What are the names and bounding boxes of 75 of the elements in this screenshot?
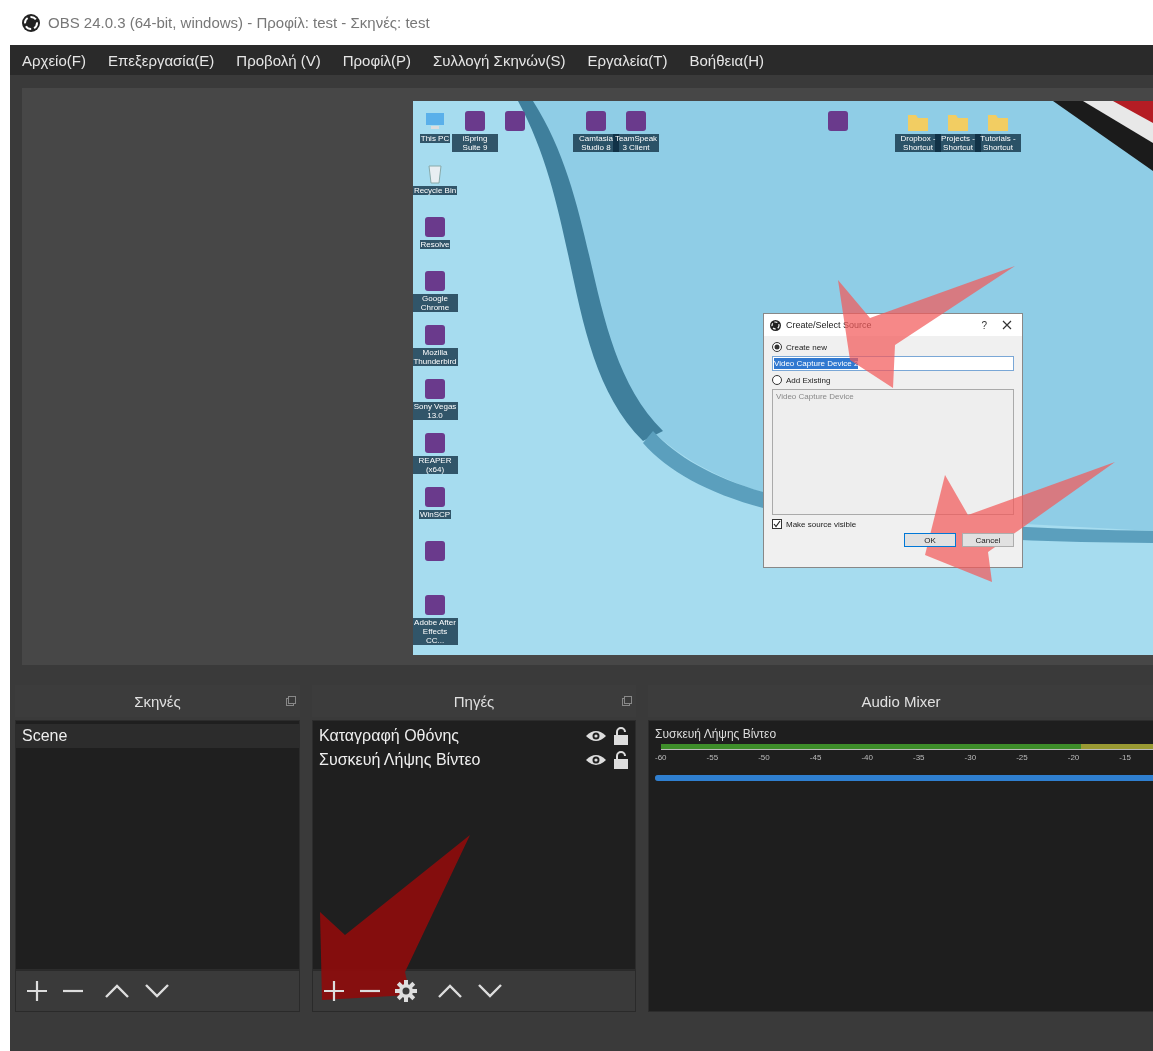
volume-slider[interactable] [655, 775, 1153, 781]
scale-label: -15 [1119, 753, 1132, 762]
lock-icon[interactable] [613, 751, 629, 769]
icon-label: WinSCP [418, 510, 452, 519]
lock-icon[interactable] [613, 727, 629, 745]
source-item[interactable]: Καταγραφή Οθόνης [319, 727, 579, 745]
scene-item[interactable]: Scene [16, 724, 299, 748]
radio-label: Add Existing [786, 375, 831, 385]
menu-item[interactable]: Εργαλεία(T) [587, 51, 668, 69]
menu-item[interactable]: Προβολή (V) [236, 51, 321, 69]
obs-logo-icon [770, 319, 781, 331]
menu-item[interactable]: Συλλογή Σκηνών(S) [433, 51, 566, 69]
scale-label: -20 [1067, 753, 1081, 762]
dock-title: Σκηνές [134, 692, 181, 710]
icon-label: Mozilla Thunderbird [413, 348, 458, 366]
desktop-shortcut-icon[interactable] [584, 109, 608, 133]
float-icon[interactable] [286, 696, 296, 706]
channel-name: Συσκευή Λήψης Βίντεο [655, 727, 778, 741]
icon-label: iSpring Suite 9 [452, 134, 498, 152]
radio-label: Create new [786, 342, 827, 352]
visibility-eye-icon[interactable] [585, 753, 607, 767]
close-icon[interactable] [1002, 320, 1012, 330]
help-button[interactable]: ? [971, 319, 997, 331]
dock-title: Πηγές [453, 692, 495, 710]
desktop-shortcut-icon[interactable] [423, 431, 447, 455]
dock-title: Audio Mixer [861, 692, 941, 710]
scale-label: -30 [964, 753, 978, 762]
desktop-shortcut-icon[interactable] [423, 593, 447, 617]
icon-label: Sony Vegas 13.0 [413, 402, 458, 420]
icon-label: Adobe After Effects CC... [413, 618, 458, 645]
menu-item[interactable]: Αρχείο(F) [22, 51, 86, 69]
scale-label: -45 [809, 753, 823, 762]
window-title: OBS 24.0.3 (64-bit, windows) - Προφίλ: test - Σκηνές: test [48, 14, 430, 31]
desktop-shortcut-icon[interactable] [423, 539, 447, 563]
checkbox-label: Make source visible [786, 519, 857, 529]
desktop-shortcut-icon[interactable] [624, 109, 648, 133]
menu-item[interactable]: Βοήθεια(H) [689, 51, 765, 69]
icon-label: Recycle Bin [413, 186, 458, 195]
scale-label: -25 [1016, 753, 1029, 762]
desktop-shortcut-icon[interactable] [423, 323, 447, 347]
add-icon[interactable] [26, 980, 48, 1002]
scale-label: -60 [655, 753, 668, 762]
icon-label: Tutorials - Shortcut [975, 134, 1021, 152]
move-up-icon[interactable] [104, 983, 130, 999]
move-down-icon[interactable] [477, 983, 503, 999]
radio-button[interactable] [772, 375, 782, 385]
desktop-shortcut-icon[interactable] [423, 485, 447, 509]
obs-logo-icon [22, 13, 40, 32]
visibility-eye-icon[interactable] [585, 729, 607, 743]
checkbox[interactable] [772, 519, 782, 529]
float-icon[interactable] [622, 696, 632, 706]
menu-item[interactable]: Προφίλ(P) [342, 51, 411, 69]
desktop-shortcut-icon[interactable] [423, 269, 447, 293]
icon-label: Resolve [419, 240, 451, 249]
menu-item[interactable]: Επεξεργασία(E) [107, 51, 215, 69]
icon-label: This PC [419, 134, 451, 143]
desktop-shortcut-icon[interactable] [503, 109, 527, 133]
scale-label: -40 [861, 753, 874, 762]
add-icon[interactable] [323, 980, 345, 1002]
icon-label: TeamSpeak 3 Client [613, 134, 659, 152]
scale-label: -55 [706, 753, 720, 762]
scale-label: -50 [758, 753, 771, 762]
dialog-button[interactable]: Cancel [962, 533, 1014, 547]
desktop-shortcut-icon[interactable] [463, 109, 487, 133]
icon-label: REAPER (x64) [413, 456, 458, 474]
desktop-shortcut-icon[interactable] [423, 377, 447, 401]
dialog-button[interactable]: OK [904, 533, 956, 547]
move-down-icon[interactable] [144, 983, 170, 999]
icon-label: Google Chrome [413, 294, 458, 312]
desktop-shortcut-icon[interactable] [423, 215, 447, 239]
desktop-shortcut-icon[interactable] [826, 109, 850, 133]
move-up-icon[interactable] [437, 983, 463, 999]
radio-button[interactable] [772, 342, 782, 352]
scale-label: -35 [912, 753, 926, 762]
source-item[interactable]: Συσκευή Λήψης Βίντεο [319, 751, 579, 769]
